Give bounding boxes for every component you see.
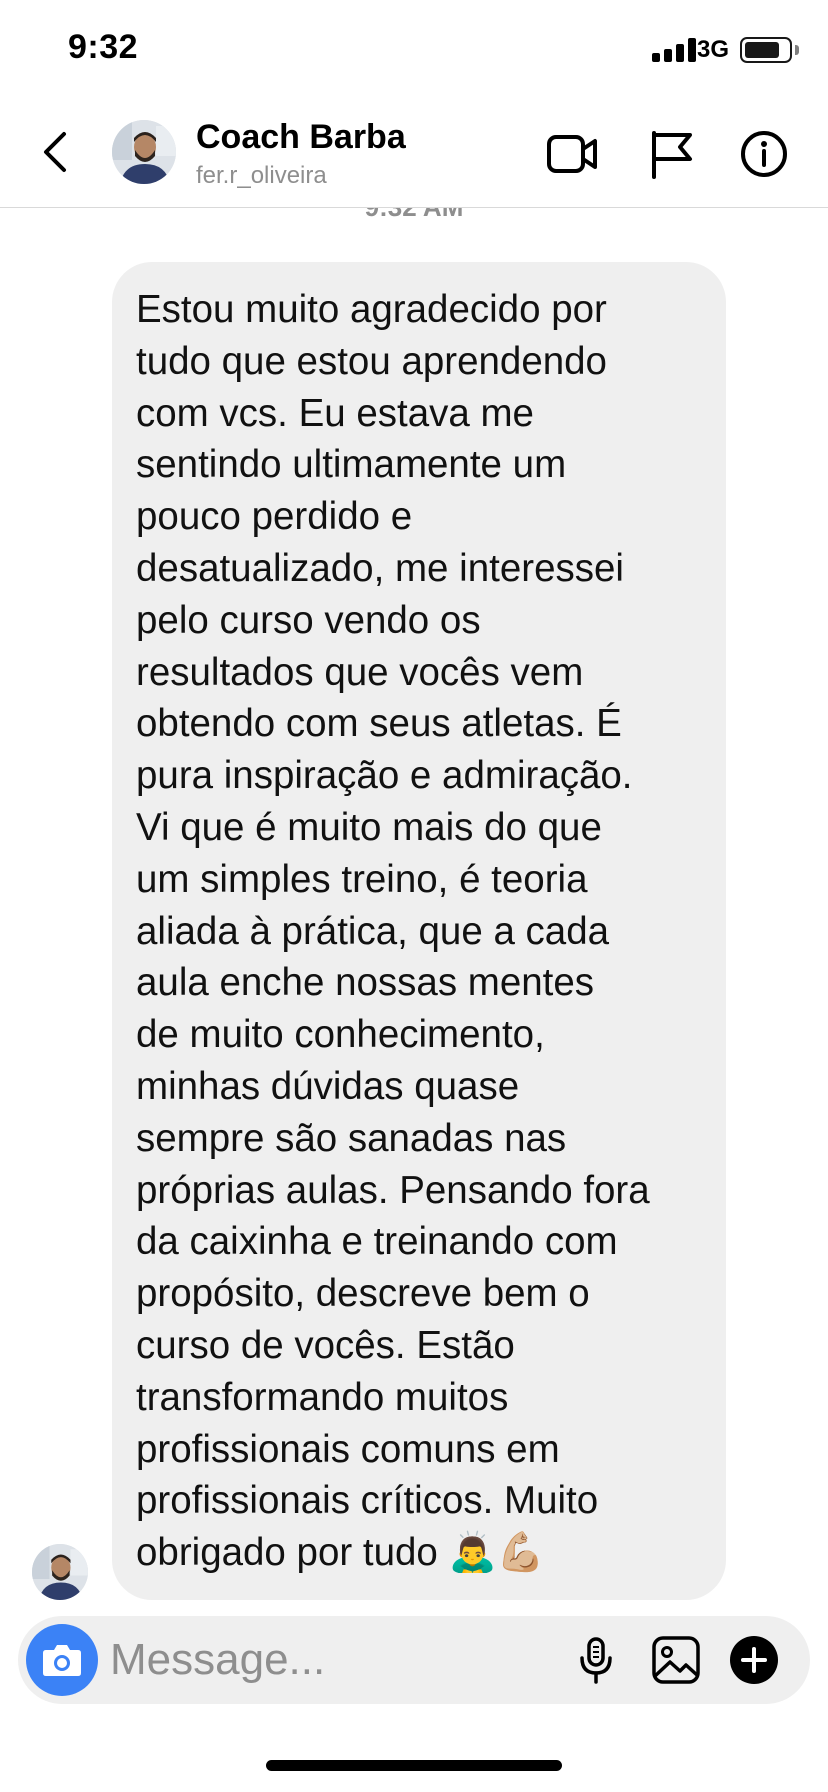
plus-icon [730, 1636, 778, 1684]
contact-name[interactable]: Coach Barba [196, 118, 406, 157]
message-composer [18, 1616, 810, 1704]
profile-photo [32, 1544, 88, 1600]
camera-button[interactable] [26, 1624, 98, 1696]
camera-icon [43, 1645, 81, 1676]
contact-avatar[interactable] [112, 120, 176, 184]
voice-message-button[interactable] [576, 1636, 616, 1686]
info-button[interactable] [738, 128, 792, 180]
contact-handle[interactable]: fer.r_oliveira [196, 162, 327, 190]
message-bubble[interactable]: Estou muito agradecido por tudo que esto… [112, 262, 726, 1600]
status-bar: 9:32 3G [0, 0, 828, 100]
video-call-button[interactable] [546, 128, 600, 180]
report-button[interactable] [646, 128, 700, 180]
microphone-icon [580, 1637, 612, 1684]
flag-icon [652, 131, 692, 179]
message-input[interactable] [110, 1630, 490, 1690]
back-button[interactable] [36, 124, 80, 180]
battery-level [745, 42, 779, 58]
profile-photo [112, 120, 176, 184]
status-time: 9:32 [68, 28, 139, 66]
network-type: 3G [697, 36, 730, 63]
sender-avatar[interactable] [32, 1544, 88, 1600]
back-chevron-icon [44, 132, 66, 172]
battery-icon [740, 37, 792, 63]
signal-strength-icon [652, 38, 698, 62]
gallery-icon [652, 1636, 700, 1684]
chat-header: Coach Barba fer.r_oliveira [0, 100, 828, 208]
video-call-icon [547, 135, 597, 173]
gallery-button[interactable] [650, 1634, 702, 1686]
battery-cap [795, 45, 799, 55]
info-icon [741, 131, 787, 177]
home-indicator[interactable] [266, 1760, 562, 1771]
more-options-button[interactable] [728, 1634, 780, 1686]
